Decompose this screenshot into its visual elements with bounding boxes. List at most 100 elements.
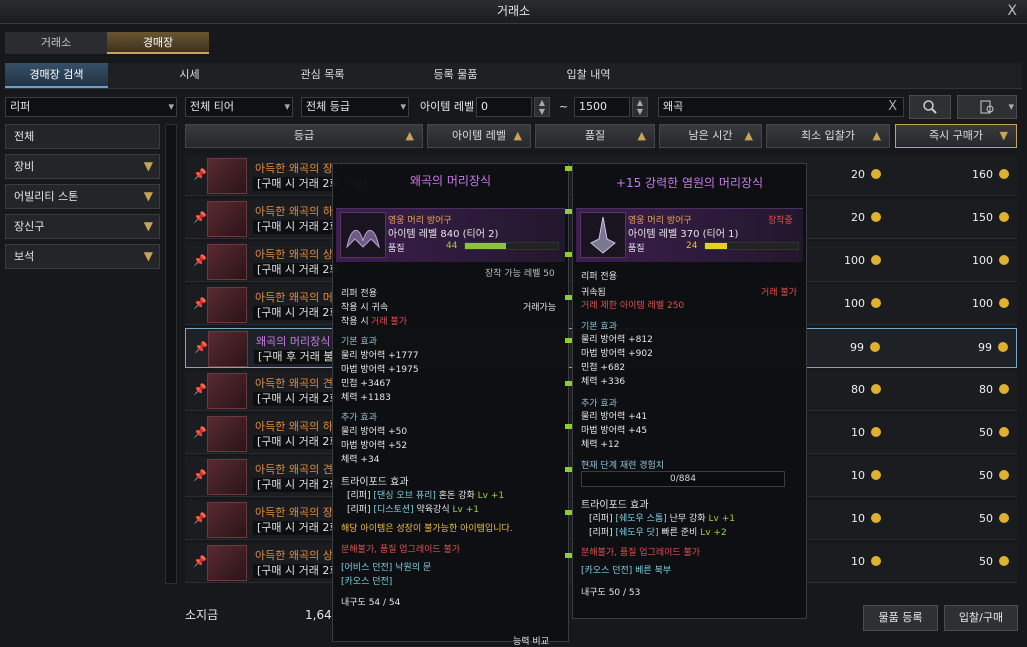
search-input-value: 왜곡 [663,100,684,113]
tab-auction[interactable]: 경매장 [107,32,209,54]
col-min-bid[interactable]: 최소 입찰가 ▲ [766,124,890,148]
min-bid-price: 100 [801,254,881,267]
buyout-value: 150 [972,211,993,224]
tri-skill: [쉐도우 닷] [615,528,659,538]
gold-coin-icon [999,255,1009,265]
chevron-down-icon: ▾ [400,100,406,113]
gold-coin-icon [999,384,1009,394]
sort-up-icon: ▲ [405,129,414,142]
tier-select[interactable]: 전체 티어 ▾ [185,97,293,117]
chevron-down-icon: ▼ [143,249,153,263]
category-scrollbar[interactable] [165,124,177,584]
pin-icon[interactable]: 📌 [193,469,207,482]
tooltip1-trade-prefix: 착용 시 [341,317,369,327]
quality-marker [565,209,572,214]
tooltip2-exp-title: 현재 단계 재련 경험치 [581,461,665,471]
buyout-price: 100 [929,254,1009,267]
detail-search-button[interactable]: ▾ [957,95,1017,119]
category-equipment[interactable]: 장비 ▼ [5,154,160,179]
search-button[interactable] [909,95,951,119]
item-name: 아득한 왜곡의 장갑 [255,162,343,175]
tooltip2-stat: 체력 +336 [581,377,626,387]
pin-icon[interactable]: 📌 [193,512,207,525]
item-name: 아득한 왜곡의 장 [255,506,333,519]
col-time-left[interactable]: 남은 시간 ▲ [659,124,762,148]
tab-registered-items[interactable]: 등록 물품 [404,63,507,88]
class-select-value: 리퍼 [10,100,31,113]
level-min-input[interactable]: 0 [476,97,532,117]
category-all[interactable]: 전체 [5,124,160,149]
tooltip1-tradable: 거래가능 [523,303,557,313]
col-buyout[interactable]: 즉시 구매가 ▼ [895,124,1017,148]
tab-auction-search[interactable]: 경매장 검색 [5,63,108,88]
gold-coin-icon [871,212,881,222]
tab-watchlist[interactable]: 관심 목록 [271,63,374,88]
head-armor-icon [580,212,626,258]
pin-icon[interactable]: 📌 [193,297,207,310]
sort-up-icon: ▲ [637,129,646,142]
category-accessory[interactable]: 장신구 ▼ [5,214,160,239]
item-thumbnail [207,416,247,452]
category-label: 장비 [14,160,35,173]
item-trade-tag: [구매 시 거래 2회 [253,478,344,492]
tab-bid-history[interactable]: 입찰 내역 [537,63,640,88]
pin-icon[interactable]: 📌 [193,383,207,396]
item-thumbnail [207,201,247,237]
tooltip1-bind: 착용 시 귀속 [341,303,389,313]
col-label: 아이템 레벨 [451,129,507,142]
quality-marker [565,295,572,300]
item-thumbnail [207,459,247,495]
search-input[interactable]: 왜곡 X [658,97,904,117]
tooltip2-title: +15 강력한 염원의 머리장식 [615,176,764,190]
chevron-down-icon: ▼ [143,189,153,203]
tri-class: [리퍼] [347,491,371,501]
min-bid-value: 10 [851,469,865,482]
buyout-value: 99 [978,341,992,354]
clear-icon[interactable]: X [888,98,897,116]
tooltip2-tri-row: [리퍼] [쉐도우 스톰] 난무 강화 Lv +1 [589,511,735,524]
sort-down-icon: ▼ [999,129,1008,142]
tooltip1-quality-fill [465,243,506,249]
buyout-price: 50 [929,512,1009,525]
col-quality[interactable]: 품질 ▲ [535,124,655,148]
close-icon[interactable]: X [1007,0,1017,22]
category-ability-stone[interactable]: 어빌리티 스톤 ▼ [5,184,160,209]
buyout-price: 50 [929,426,1009,439]
item-trade-tag: [구매 시 거래 2회 [253,306,344,320]
level-range-tilde: ~ [559,100,569,113]
tab-market-price[interactable]: 시세 [138,63,241,88]
gold-coin-icon [999,212,1009,222]
tooltip2-equipped: 장착중 [768,216,793,226]
quality-marker [565,424,572,429]
tab-exchange[interactable]: 거래소 [5,32,107,54]
item-trade-tag: [구매 시 거래 2회 [253,220,344,234]
tooltip2-stat: 체력 +12 [581,440,620,450]
pin-icon[interactable]: 📌 [193,555,207,568]
gold-coin-icon [871,255,881,265]
tri-class: [리퍼] [589,528,613,538]
pin-icon[interactable]: 📌 [194,341,208,354]
class-select[interactable]: 리퍼 ▾ [5,97,177,117]
pin-icon[interactable]: 📌 [193,426,207,439]
min-bid-price: 10 [801,469,881,482]
grade-select[interactable]: 전체 등급 ▾ [301,97,409,117]
level-min-stepper[interactable]: ▲ ▼ [534,97,550,117]
buyout-price: 160 [929,168,1009,181]
level-max-input[interactable]: 1500 [574,97,630,117]
min-bid-value: 100 [844,297,865,310]
tri-skill: [댄싱 오브 퓨리] [373,491,436,501]
tooltip1-class: 리퍼 전용 [341,289,377,299]
pin-icon[interactable]: 📌 [193,211,207,224]
col-item-level[interactable]: 아이템 레벨 ▲ [427,124,531,148]
buyout-value: 160 [972,168,993,181]
category-gem[interactable]: 보석 ▼ [5,244,160,269]
min-bid-value: 100 [844,254,865,267]
register-item-button[interactable]: 물품 등록 [863,605,938,631]
level-max-stepper[interactable]: ▲ ▼ [632,97,648,117]
tooltip1-stat: 체력 +1183 [341,393,391,403]
pin-icon[interactable]: 📌 [193,168,207,181]
tri-class: [리퍼] [347,505,371,515]
col-grade[interactable]: 등급 ▲ [185,124,423,148]
pin-icon[interactable]: 📌 [193,254,207,267]
bid-buy-button[interactable]: 입찰/구매 [944,605,1018,631]
